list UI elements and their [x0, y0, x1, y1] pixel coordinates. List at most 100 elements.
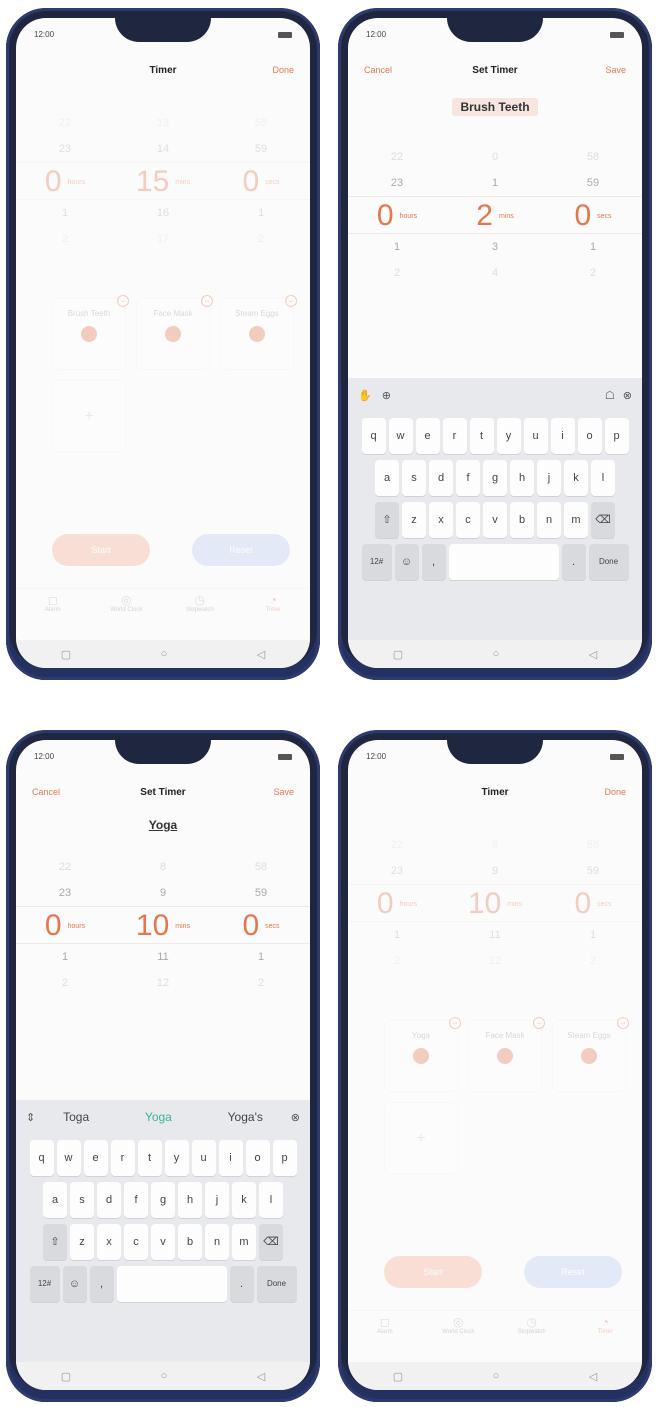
backspace-key[interactable]: ⌫: [591, 502, 615, 538]
key[interactable]: m: [564, 502, 588, 538]
time-wheel[interactable]: 22 8 58 23 9 59 0 hours 10 mins 0 secs 1 11 1 2 12…: [348, 832, 642, 974]
tab-stopwatch[interactable]: ◷ Stopwatch: [495, 1311, 569, 1346]
hours-value[interactable]: 0: [377, 199, 394, 232]
timer-name-input[interactable]: Yoga: [16, 818, 310, 832]
key[interactable]: l: [259, 1182, 283, 1218]
time-wheel[interactable]: 22 13 58 23 14 59 0 hours 15 mins 0 secs 1 16 1 2…: [16, 110, 310, 252]
play-icon[interactable]: [497, 1048, 513, 1064]
play-icon[interactable]: [81, 326, 97, 342]
comma-key[interactable]: ,: [421, 544, 446, 580]
key[interactable]: h: [510, 460, 534, 496]
number-key[interactable]: 12#: [361, 544, 392, 580]
time-wheel[interactable]: 22 0 58 23 1 59 0 hours 2 mins 0 secs 131 242: [348, 144, 642, 286]
time-wheel[interactable]: 22 8 58 23 9 59 0 hours 10 mins 0 secs 1 11 1 2 12…: [16, 854, 310, 996]
preset-card[interactable]: Steam Eggs −: [552, 1017, 629, 1092]
key[interactable]: r: [442, 418, 467, 454]
number-key[interactable]: 12#: [29, 1266, 60, 1302]
key[interactable]: z: [70, 1224, 94, 1260]
remove-icon[interactable]: −: [533, 1017, 545, 1029]
key[interactable]: o: [245, 1140, 270, 1176]
tab-alarm[interactable]: ◻ Alarm: [16, 589, 90, 624]
remove-icon[interactable]: −: [201, 295, 213, 307]
backspace-key[interactable]: ⌫: [259, 1224, 283, 1260]
tab-timer[interactable]: ◔ Timer: [237, 589, 311, 624]
start-button[interactable]: Start: [384, 1256, 482, 1288]
play-icon[interactable]: [249, 326, 265, 342]
key[interactable]: n: [205, 1224, 229, 1260]
back-icon[interactable]: ◁: [589, 1370, 597, 1383]
key[interactable]: t: [469, 418, 494, 454]
done-key[interactable]: Done: [588, 544, 629, 580]
mins-value[interactable]: 10: [136, 909, 169, 942]
key[interactable]: a: [375, 460, 399, 496]
key[interactable]: o: [577, 418, 602, 454]
tab-stopwatch[interactable]: ◷ Stopwatch: [163, 589, 237, 624]
space-key[interactable]: [116, 1266, 227, 1302]
key[interactable]: i: [218, 1140, 243, 1176]
key[interactable]: z: [402, 502, 426, 538]
secs-value[interactable]: 0: [574, 199, 591, 232]
key[interactable]: r: [110, 1140, 135, 1176]
back-icon[interactable]: ◁: [257, 1370, 265, 1383]
recents-icon[interactable]: ▢: [61, 648, 71, 661]
key[interactable]: y: [164, 1140, 189, 1176]
key[interactable]: q: [29, 1140, 54, 1176]
space-key[interactable]: [448, 544, 559, 580]
mins-value[interactable]: 10: [468, 887, 501, 920]
key[interactable]: k: [564, 460, 588, 496]
globe-icon[interactable]: ⊕: [372, 389, 605, 402]
key[interactable]: v: [483, 502, 507, 538]
key[interactable]: h: [178, 1182, 202, 1218]
key[interactable]: c: [456, 502, 480, 538]
tab-world-clock[interactable]: ◎ World Clock: [90, 589, 164, 624]
settings-icon[interactable]: ⊗: [291, 1111, 300, 1124]
key[interactable]: p: [604, 418, 629, 454]
key[interactable]: w: [56, 1140, 81, 1176]
period-key[interactable]: .: [229, 1266, 254, 1302]
mins-value[interactable]: 2: [476, 199, 493, 232]
key[interactable]: t: [137, 1140, 162, 1176]
cursor-icon[interactable]: ⇕: [26, 1111, 35, 1124]
shift-key[interactable]: ⇧: [375, 502, 399, 538]
key[interactable]: v: [151, 1224, 175, 1260]
key[interactable]: j: [205, 1182, 229, 1218]
cancel-button[interactable]: Cancel: [32, 787, 60, 797]
key[interactable]: d: [429, 460, 453, 496]
key[interactable]: g: [483, 460, 507, 496]
key[interactable]: f: [456, 460, 480, 496]
key[interactable]: b: [178, 1224, 202, 1260]
done-key[interactable]: Done: [256, 1266, 297, 1302]
preset-card[interactable]: Face Mask −: [136, 295, 213, 370]
key[interactable]: w: [388, 418, 413, 454]
key[interactable]: u: [191, 1140, 216, 1176]
home-icon[interactable]: ○: [493, 648, 500, 660]
key[interactable]: y: [496, 418, 521, 454]
key[interactable]: e: [415, 418, 440, 454]
add-preset-button[interactable]: +: [384, 1102, 458, 1174]
key[interactable]: u: [523, 418, 548, 454]
tab-alarm[interactable]: ◻ Alarm: [348, 1311, 422, 1346]
key[interactable]: e: [83, 1140, 108, 1176]
home-icon[interactable]: ○: [161, 1370, 168, 1382]
hand-icon[interactable]: ✋: [358, 389, 372, 402]
mins-value[interactable]: 15: [136, 165, 169, 198]
back-icon[interactable]: ◁: [257, 648, 265, 661]
play-icon[interactable]: [165, 326, 181, 342]
key[interactable]: i: [550, 418, 575, 454]
tab-timer[interactable]: ◔ Timer: [569, 1311, 643, 1346]
remove-icon[interactable]: −: [285, 295, 297, 307]
back-icon[interactable]: ◁: [589, 648, 597, 661]
key[interactable]: d: [97, 1182, 121, 1218]
key[interactable]: x: [97, 1224, 121, 1260]
key[interactable]: x: [429, 502, 453, 538]
settings-icon[interactable]: ⊗: [623, 389, 632, 402]
recents-icon[interactable]: ▢: [61, 1370, 71, 1383]
key[interactable]: f: [124, 1182, 148, 1218]
remove-icon[interactable]: −: [117, 295, 129, 307]
key[interactable]: m: [232, 1224, 256, 1260]
start-button[interactable]: Start: [52, 534, 150, 566]
shift-key[interactable]: ⇧: [43, 1224, 67, 1260]
suggestion[interactable]: Yoga's: [228, 1110, 263, 1124]
timer-name-input[interactable]: Brush Teeth: [348, 98, 642, 116]
play-icon[interactable]: [413, 1048, 429, 1064]
